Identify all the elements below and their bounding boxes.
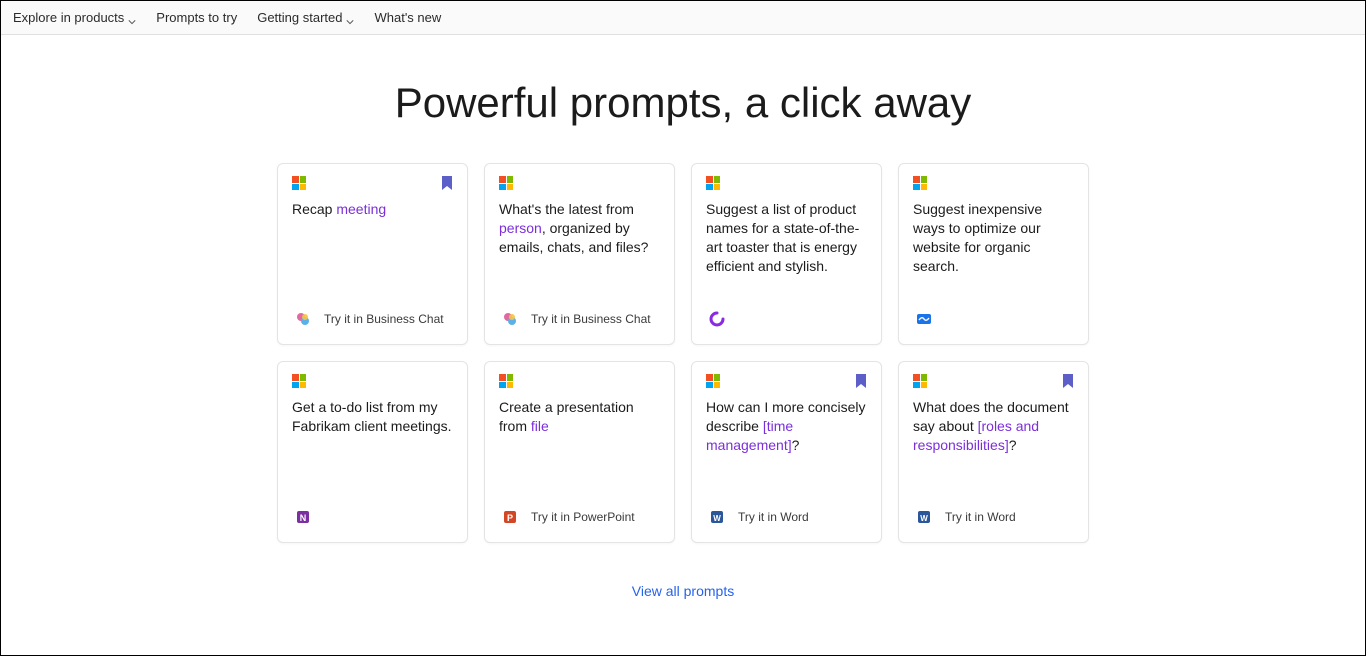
loop-icon (706, 308, 728, 330)
copilot-icon (499, 308, 521, 330)
nav-explore-in-products[interactable]: Explore in products (13, 10, 136, 25)
card-footer (913, 308, 1074, 330)
prompt-card[interactable]: How can I more concisely describe [time … (691, 361, 882, 543)
card-footer (292, 506, 453, 528)
prompt-text: What's the latest from person, organized… (499, 200, 660, 308)
card-top (499, 176, 660, 190)
microsoft-logo-icon (706, 374, 720, 388)
prompt-text: How can I more concisely describe [time … (706, 398, 867, 506)
card-footer: Try it in PowerPoint (499, 506, 660, 528)
try-it-in-label: Try it in Business Chat (324, 312, 444, 326)
prompt-highlight: meeting (336, 201, 386, 217)
prompt-card[interactable]: Create a presentation from file Try it in… (484, 361, 675, 543)
prompt-text: What does the document say about [roles … (913, 398, 1074, 506)
word-icon (706, 506, 728, 528)
nav-label: What's new (374, 10, 441, 25)
card-top (706, 374, 867, 388)
page-title: Powerful prompts, a click away (1, 79, 1365, 127)
card-top (292, 176, 453, 190)
chevron-down-icon (346, 14, 354, 22)
card-top (913, 374, 1074, 388)
prompt-card[interactable]: What's the latest from person, organized… (484, 163, 675, 345)
try-it-in-label: Try it in Word (945, 510, 1016, 524)
prompt-text: Suggest a list of product names for a st… (706, 200, 867, 308)
view-all-container: View all prompts (1, 583, 1365, 601)
card-top (292, 374, 453, 388)
nav-label: Prompts to try (156, 10, 237, 25)
navbar: Explore in products Prompts to try Getti… (1, 1, 1365, 35)
prompt-grid: Recap meeting Try it in Business Chat What… (277, 163, 1089, 543)
prompt-card[interactable]: Suggest a list of product names for a st… (691, 163, 882, 345)
powerpoint-icon (499, 506, 521, 528)
nav-prompts-to-try[interactable]: Prompts to try (156, 10, 237, 25)
nav-label: Explore in products (13, 10, 124, 25)
prompt-suffix: ? (1009, 437, 1017, 453)
prompt-card[interactable]: Get a to-do list from my Fabrikam client… (277, 361, 468, 543)
onenote-icon (292, 506, 314, 528)
card-footer: Try it in Word (706, 506, 867, 528)
bookmark-icon[interactable] (1062, 374, 1074, 388)
prompt-prefix: Get a to-do list from my Fabrikam client… (292, 399, 452, 434)
card-footer: Try it in Business Chat (499, 308, 660, 330)
prompt-card[interactable]: What does the document say about [roles … (898, 361, 1089, 543)
microsoft-logo-icon (706, 176, 720, 190)
card-footer (706, 308, 867, 330)
card-footer: Try it in Word (913, 506, 1074, 528)
nav-whats-new[interactable]: What's new (374, 10, 441, 25)
prompt-prefix: Recap (292, 201, 336, 217)
prompt-card[interactable]: Recap meeting Try it in Business Chat (277, 163, 468, 345)
microsoft-logo-icon (499, 374, 513, 388)
prompt-card[interactable]: Suggest inexpensive ways to optimize our… (898, 163, 1089, 345)
card-footer: Try it in Business Chat (292, 308, 453, 330)
nav-getting-started[interactable]: Getting started (257, 10, 354, 25)
prompt-text: Create a presentation from file (499, 398, 660, 506)
prompt-suffix: ? (792, 437, 800, 453)
prompt-prefix: Suggest inexpensive ways to optimize our… (913, 201, 1042, 274)
hero: Powerful prompts, a click away (1, 79, 1365, 127)
word-icon (913, 506, 935, 528)
whiteboard-icon (913, 308, 935, 330)
prompt-highlight: file (531, 418, 549, 434)
chevron-down-icon (128, 14, 136, 22)
bookmark-icon[interactable] (441, 176, 453, 190)
prompt-prefix: What's the latest from (499, 201, 634, 217)
microsoft-logo-icon (913, 176, 927, 190)
prompt-prefix: Suggest a list of product names for a st… (706, 201, 859, 274)
nav-label: Getting started (257, 10, 342, 25)
card-top (913, 176, 1074, 190)
microsoft-logo-icon (292, 176, 306, 190)
prompt-highlight: person (499, 220, 542, 236)
microsoft-logo-icon (499, 176, 513, 190)
try-it-in-label: Try it in Word (738, 510, 809, 524)
view-all-prompts-link[interactable]: View all prompts (632, 583, 734, 599)
prompt-text: Suggest inexpensive ways to optimize our… (913, 200, 1074, 308)
prompt-text: Recap meeting (292, 200, 453, 308)
card-top (499, 374, 660, 388)
try-it-in-label: Try it in Business Chat (531, 312, 651, 326)
microsoft-logo-icon (913, 374, 927, 388)
bookmark-icon[interactable] (855, 374, 867, 388)
prompt-prefix: Create a presentation from (499, 399, 634, 434)
prompt-text: Get a to-do list from my Fabrikam client… (292, 398, 453, 506)
try-it-in-label: Try it in PowerPoint (531, 510, 635, 524)
microsoft-logo-icon (292, 374, 306, 388)
card-top (706, 176, 867, 190)
copilot-icon (292, 308, 314, 330)
